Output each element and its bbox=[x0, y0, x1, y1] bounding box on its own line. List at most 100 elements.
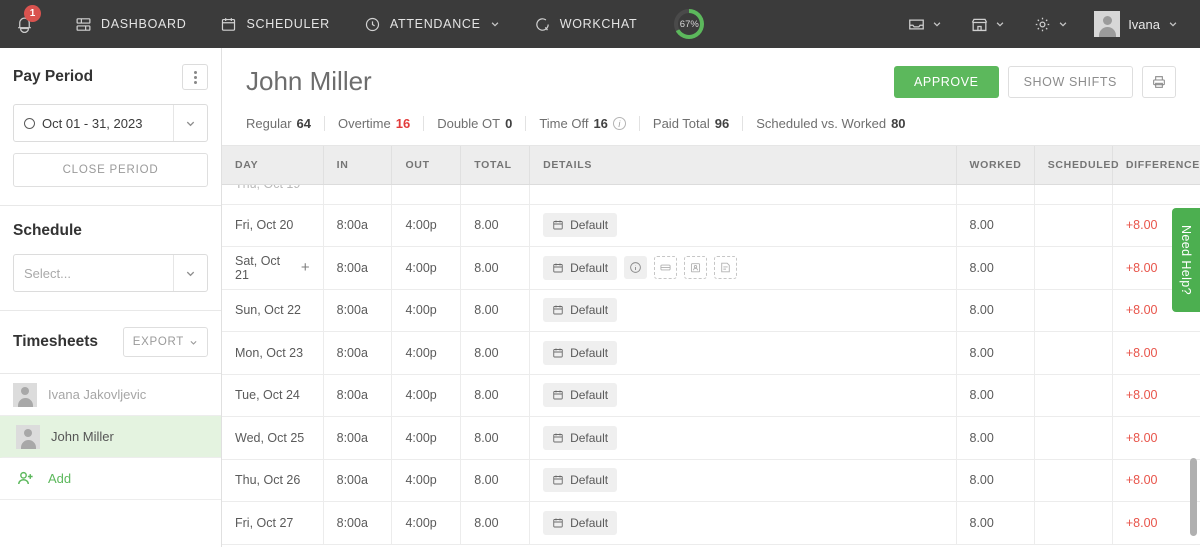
table-row[interactable]: Fri, Oct 20 8:00a 4:00p 8.00 Default bbox=[222, 204, 1200, 247]
schedule-chip[interactable]: Default bbox=[543, 341, 617, 365]
notifications-bell-button[interactable]: 1 bbox=[0, 0, 48, 48]
schedule-chip[interactable]: Default bbox=[543, 256, 617, 280]
cell-in[interactable]: 8:00a bbox=[323, 204, 392, 247]
table-row-hovered[interactable]: Sat, Oct 21 + 8:00a 4:00p 8.00 bbox=[222, 247, 1200, 290]
schedule-chip[interactable]: Default bbox=[543, 468, 617, 492]
column-total[interactable]: TOTAL bbox=[461, 146, 530, 184]
column-out[interactable]: OUT bbox=[392, 146, 461, 184]
cell-out[interactable]: 4:00p bbox=[392, 289, 461, 332]
cell-out[interactable]: 4:00p bbox=[392, 417, 461, 460]
cell-out[interactable]: 4:00p bbox=[392, 332, 461, 375]
table-row[interactable]: Tue, Oct 24 8:00a 4:00p 8.00 Default bbox=[222, 374, 1200, 417]
cell-day: Fri, Oct 27 bbox=[222, 502, 323, 545]
chevron-down-icon bbox=[1168, 19, 1178, 29]
column-scheduled[interactable]: SCHEDULED bbox=[1034, 146, 1112, 184]
schedule-placeholder: Select... bbox=[24, 266, 71, 281]
schedule-select[interactable]: Select... bbox=[13, 254, 208, 292]
store-menu-button[interactable] bbox=[958, 0, 1017, 48]
cell-in[interactable]: 8:00a bbox=[323, 247, 392, 290]
chip-label: Default bbox=[570, 473, 608, 487]
print-button[interactable] bbox=[1142, 66, 1176, 98]
table-row[interactable]: Thu, Oct 26 8:00a 4:00p 8.00 Default bbox=[222, 459, 1200, 502]
break-icon[interactable] bbox=[654, 256, 677, 279]
pay-period-select[interactable]: Oct 01 - 31, 2023 bbox=[13, 104, 208, 142]
cell-total: 8.00 bbox=[461, 459, 530, 502]
column-in[interactable]: IN bbox=[323, 146, 392, 184]
schedule-chip[interactable]: Default bbox=[543, 298, 617, 322]
cell-day-text: Thu, Oct 19 bbox=[235, 184, 300, 191]
pay-period-dropdown-arrow[interactable] bbox=[173, 105, 207, 141]
vertical-scrollbar[interactable] bbox=[1188, 146, 1197, 547]
cell-out bbox=[392, 184, 461, 204]
inbox-menu-button[interactable] bbox=[895, 0, 954, 48]
schedule-chip[interactable]: Default bbox=[543, 511, 617, 535]
add-person-button[interactable]: Add bbox=[0, 458, 221, 500]
table-row[interactable]: Sun, Oct 22 8:00a 4:00p 8.00 Default bbox=[222, 289, 1200, 332]
stat-value: 80 bbox=[891, 116, 905, 131]
calendar-icon bbox=[552, 517, 564, 529]
need-help-tab[interactable]: Need Help? bbox=[1172, 208, 1200, 312]
column-worked[interactable]: WORKED bbox=[956, 146, 1034, 184]
table-row[interactable]: Wed, Oct 25 8:00a 4:00p 8.00 Default bbox=[222, 417, 1200, 460]
cell-out[interactable]: 4:00p bbox=[392, 502, 461, 545]
timesheet-person-john-miller[interactable]: John Miller bbox=[0, 416, 221, 458]
pay-period-options-button[interactable] bbox=[182, 64, 208, 90]
cell-worked: 8.00 bbox=[956, 204, 1034, 247]
table-row[interactable]: Mon, Oct 23 8:00a 4:00p 8.00 Default bbox=[222, 332, 1200, 375]
nav-item-workchat[interactable]: WORKCHAT bbox=[517, 0, 655, 48]
schedule-chip[interactable]: Default bbox=[543, 383, 617, 407]
stat-time-off: Time Off 16 i bbox=[526, 116, 640, 131]
schedule-dropdown-arrow[interactable] bbox=[173, 255, 207, 291]
person-name: Ivana Jakovljevic bbox=[48, 387, 146, 402]
timesheet-person-ivana-jakovljevic[interactable]: Ivana Jakovljevic bbox=[0, 374, 221, 416]
column-difference[interactable]: DIFFERENCE bbox=[1112, 146, 1200, 184]
cell-out[interactable]: 4:00p bbox=[392, 247, 461, 290]
cell-in[interactable]: 8:00a bbox=[323, 332, 392, 375]
progress-ring-indicator[interactable]: 67% bbox=[674, 9, 704, 39]
cell-out[interactable]: 4:00p bbox=[392, 204, 461, 247]
cell-day: Wed, Oct 25 bbox=[222, 417, 323, 460]
chip-label: Default bbox=[570, 346, 608, 360]
column-details[interactable]: DETAILS bbox=[530, 146, 956, 184]
cell-details: Default bbox=[530, 289, 956, 332]
nav-item-dashboard[interactable]: DASHBOARD bbox=[58, 0, 203, 48]
schedule-value-wrap: Select... bbox=[14, 266, 173, 281]
add-shift-button[interactable]: + bbox=[301, 259, 310, 276]
cell-details: Default bbox=[530, 247, 956, 290]
table-row-partial[interactable]: Thu, Oct 19 bbox=[222, 184, 1200, 204]
schedule-chip[interactable]: Default bbox=[543, 213, 617, 237]
info-icon[interactable] bbox=[624, 256, 647, 279]
scrollbar-thumb[interactable] bbox=[1190, 458, 1197, 536]
settings-menu-button[interactable] bbox=[1021, 0, 1080, 48]
calendar-icon bbox=[220, 16, 237, 33]
cell-out[interactable]: 4:00p bbox=[392, 459, 461, 502]
job-icon[interactable] bbox=[684, 256, 707, 279]
approve-button[interactable]: APPROVE bbox=[894, 66, 999, 98]
cell-in[interactable]: 8:00a bbox=[323, 459, 392, 502]
cell-in[interactable]: 8:00a bbox=[323, 374, 392, 417]
cell-in[interactable]: 8:00a bbox=[323, 502, 392, 545]
note-icon[interactable] bbox=[714, 256, 737, 279]
close-period-button[interactable]: CLOSE PERIOD bbox=[13, 153, 208, 187]
cell-worked: 8.00 bbox=[956, 374, 1034, 417]
export-label: EXPORT bbox=[133, 336, 184, 348]
cell-in[interactable]: 8:00a bbox=[323, 289, 392, 332]
column-day[interactable]: DAY bbox=[222, 146, 323, 184]
info-icon[interactable]: i bbox=[613, 117, 626, 130]
export-button[interactable]: EXPORT bbox=[123, 327, 208, 357]
cell-out[interactable]: 4:00p bbox=[392, 374, 461, 417]
cell-details: Default bbox=[530, 374, 956, 417]
cell-in[interactable]: 8:00a bbox=[323, 417, 392, 460]
schedule-chip[interactable]: Default bbox=[543, 426, 617, 450]
nav-item-scheduler[interactable]: SCHEDULER bbox=[203, 0, 346, 48]
cell-scheduled bbox=[1034, 204, 1112, 247]
pay-period-title: Pay Period bbox=[13, 68, 93, 86]
nav-item-attendance[interactable]: ATTENDANCE bbox=[347, 0, 517, 48]
user-menu-button[interactable]: Ivana bbox=[1084, 0, 1186, 48]
show-shifts-button[interactable]: SHOW SHIFTS bbox=[1008, 66, 1133, 98]
table-row[interactable]: Fri, Oct 27 8:00a 4:00p 8.00 Default bbox=[222, 502, 1200, 545]
calendar-icon bbox=[552, 304, 564, 316]
avatar bbox=[13, 383, 37, 407]
cell-scheduled bbox=[1034, 247, 1112, 290]
chip-label: Default bbox=[570, 516, 608, 530]
